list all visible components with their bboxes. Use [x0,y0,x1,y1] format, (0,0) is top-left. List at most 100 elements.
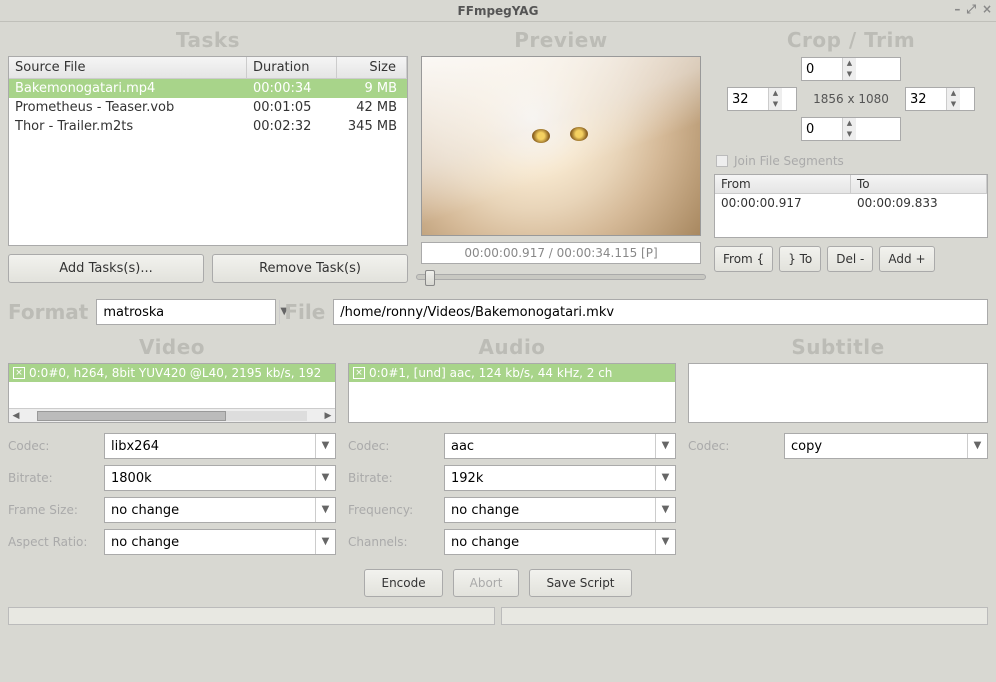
chevron-down-icon[interactable]: ▼ [655,530,675,554]
col-duration[interactable]: Duration [247,57,337,78]
crop-bottom-spinner[interactable]: ▲▼ [801,117,901,141]
task-row[interactable]: Prometheus - Teaser.vob00:01:0542 MB [9,98,407,117]
chevron-up-icon[interactable]: ▲ [843,118,856,129]
audio-stream-list[interactable]: × 0:0#1, [und] aac, 124 kb/s, 44 kHz, 2 … [348,363,676,423]
checkbox-icon[interactable] [716,155,728,167]
col-from[interactable]: From [715,175,851,193]
audio-codec-label: Codec: [348,439,438,453]
chevron-down-icon[interactable]: ▼ [655,498,675,522]
chevron-down-icon[interactable]: ▼ [947,99,960,110]
trim-list[interactable]: From To 00:00:00.91700:00:09.833 [714,174,988,238]
task-list[interactable]: Source File Duration Size Bakemonogatari… [8,56,408,246]
audio-bitrate-combo[interactable]: ▼ [444,465,676,491]
video-bitrate-input[interactable] [105,471,315,486]
video-bitrate-combo[interactable]: ▼ [104,465,336,491]
subtitle-codec-input[interactable] [785,439,967,454]
video-scrollbar[interactable]: ◀ ▶ [9,408,335,422]
video-codec-combo[interactable]: ▼ [104,433,336,459]
chevron-down-icon[interactable]: ▼ [655,434,675,458]
add-tasks-button[interactable]: Add Tasks(s)... [8,254,204,283]
video-stream-item[interactable]: × 0:0#0, h264, 8bit YUV420 @L40, 2195 kb… [9,364,335,382]
add-button[interactable]: Add + [879,246,934,272]
audio-stream-item[interactable]: × 0:0#1, [und] aac, 124 kb/s, 44 kHz, 2 … [349,364,675,382]
join-segments-checkbox[interactable]: Join File Segments [714,150,988,174]
video-framesize-combo[interactable]: ▼ [104,497,336,523]
encode-button[interactable]: Encode [364,569,442,597]
audio-codec-input[interactable] [445,439,655,454]
audio-freq-input[interactable] [445,503,655,518]
crop-dimensions: 1856 x 1080 [801,92,901,106]
abort-button[interactable]: Abort [453,569,520,597]
subtitle-stream-list[interactable] [688,363,988,423]
audio-bitrate-label: Bitrate: [348,471,438,485]
crop-top-spinner[interactable]: ▲▼ [801,57,901,81]
chevron-down-icon[interactable]: ▼ [315,498,335,522]
audio-codec-combo[interactable]: ▼ [444,433,676,459]
audio-freq-combo[interactable]: ▼ [444,497,676,523]
format-input[interactable] [97,305,279,320]
file-input[interactable] [333,299,988,325]
chevron-up-icon[interactable]: ▲ [947,88,960,99]
col-source[interactable]: Source File [9,57,247,78]
save-script-button[interactable]: Save Script [529,569,631,597]
slider-thumb[interactable] [425,270,435,286]
audio-bitrate-input[interactable] [445,471,655,486]
crop-right-input[interactable] [906,88,946,110]
chevron-up-icon[interactable]: ▲ [843,58,856,69]
chevron-down-icon[interactable]: ▼ [315,434,335,458]
subtitle-codec-combo[interactable]: ▼ [784,433,988,459]
trim-row[interactable]: 00:00:00.91700:00:09.833 [715,194,987,212]
remove-tasks-button[interactable]: Remove Task(s) [212,254,408,283]
crop-left-spinner[interactable]: ▲▼ [727,87,797,111]
join-segments-label: Join File Segments [734,154,844,168]
file-label: File [284,300,325,324]
task-row[interactable]: Thor - Trailer.m2ts00:02:32345 MB [9,117,407,136]
preview-slider[interactable] [416,274,706,280]
video-aspect-input[interactable] [105,535,315,550]
checkbox-icon[interactable]: × [13,367,25,379]
crop-top-input[interactable] [802,58,842,80]
tasks-title: Tasks [8,28,408,52]
video-title: Video [8,335,336,359]
audio-channels-input[interactable] [445,535,655,550]
chevron-down-icon[interactable]: ▼ [843,129,856,140]
format-combo[interactable]: ▼ [96,299,276,325]
task-row[interactable]: Bakemonogatari.mp400:00:349 MB [9,79,407,98]
from-button[interactable]: From { [714,246,773,272]
chevron-right-icon[interactable]: ▶ [321,411,335,421]
video-stream-label: 0:0#0, h264, 8bit YUV420 @L40, 2195 kb/s… [29,366,321,380]
audio-title: Audio [348,335,676,359]
col-size[interactable]: Size [337,57,407,78]
maximize-icon[interactable]: ⤢ [966,2,976,17]
chevron-down-icon[interactable]: ▼ [843,69,856,80]
chevron-down-icon[interactable]: ▼ [769,99,782,110]
crop-bottom-input[interactable] [802,118,842,140]
chevron-up-icon[interactable]: ▲ [769,88,782,99]
titlebar: FFmpegYAG – ⤢ × [0,0,996,22]
video-aspect-combo[interactable]: ▼ [104,529,336,555]
chevron-down-icon[interactable]: ▼ [315,466,335,490]
close-icon[interactable]: × [982,2,992,17]
scrollbar-thumb[interactable] [37,411,226,421]
audio-channels-label: Channels: [348,535,438,549]
preview-image [421,56,701,236]
crop-left-input[interactable] [728,88,768,110]
to-button[interactable]: } To [779,246,821,272]
chevron-down-icon[interactable]: ▼ [967,434,987,458]
chevron-down-icon[interactable]: ▼ [655,466,675,490]
video-stream-list[interactable]: × 0:0#0, h264, 8bit YUV420 @L40, 2195 kb… [8,363,336,423]
minimize-icon[interactable]: – [954,2,960,17]
video-framesize-input[interactable] [105,503,315,518]
video-codec-label: Codec: [8,439,98,453]
col-to[interactable]: To [851,175,987,193]
del-button[interactable]: Del - [827,246,873,272]
chevron-down-icon[interactable]: ▼ [315,530,335,554]
crop-title: Crop / Trim [714,28,988,52]
video-codec-input[interactable] [105,439,315,454]
chevron-left-icon[interactable]: ◀ [9,411,23,421]
video-framesize-label: Frame Size: [8,503,98,517]
crop-right-spinner[interactable]: ▲▼ [905,87,975,111]
audio-channels-combo[interactable]: ▼ [444,529,676,555]
audio-stream-label: 0:0#1, [und] aac, 124 kb/s, 44 kHz, 2 ch [369,366,612,380]
checkbox-icon[interactable]: × [353,367,365,379]
